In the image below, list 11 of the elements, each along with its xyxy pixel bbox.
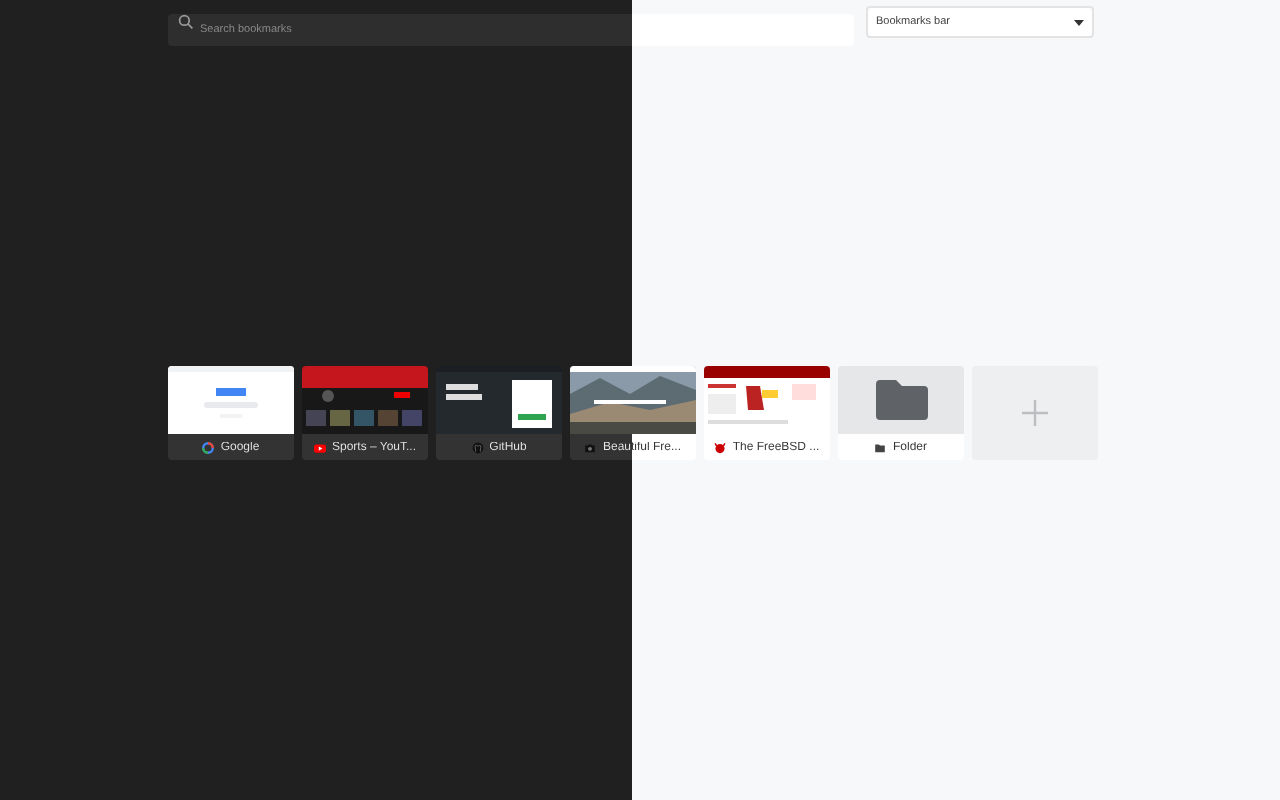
camera-icon: [584, 441, 597, 453]
devil-icon: [714, 441, 727, 453]
folder-icon: [874, 441, 887, 453]
folder-icon: [875, 380, 927, 420]
plus-icon: [1022, 400, 1048, 426]
cat-icon: [471, 441, 484, 453]
google-icon: [202, 441, 215, 453]
play-icon: [313, 441, 326, 453]
caret-icon: [1074, 19, 1084, 25]
add-bookmark-button[interactable]: [972, 366, 1098, 460]
search-icon: [178, 14, 194, 30]
